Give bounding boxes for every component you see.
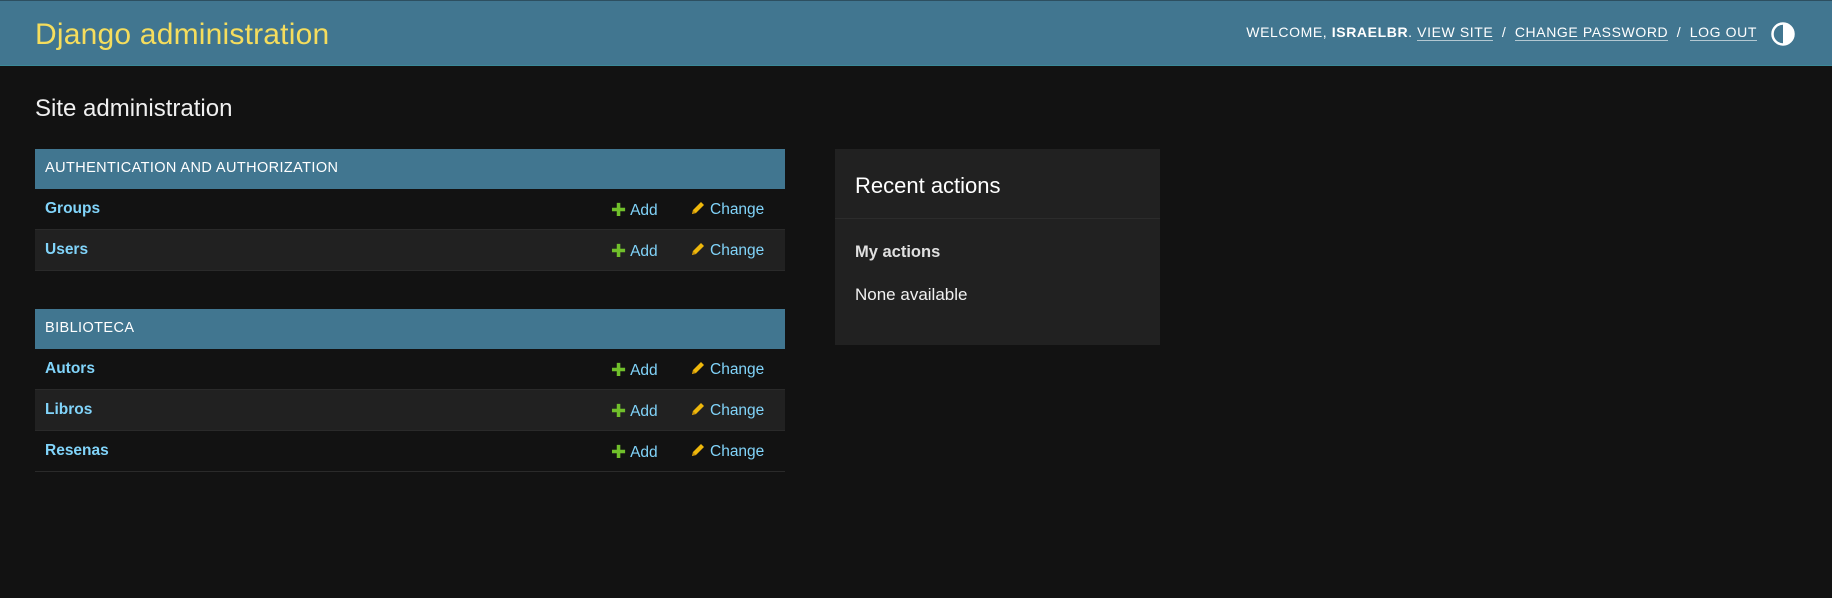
pencil-icon: [692, 202, 704, 214]
model-link-resenas[interactable]: Resenas: [45, 442, 109, 460]
add-label: Add: [630, 403, 658, 420]
module-caption[interactable]: BIBLIOTECA: [35, 309, 785, 349]
log-out-link[interactable]: LOG OUT: [1689, 24, 1757, 41]
pencil-icon: [692, 403, 704, 415]
add-label: Add: [630, 243, 658, 260]
change-resenas-button[interactable]: Change: [690, 442, 764, 461]
plus-icon: ✚: [611, 200, 627, 220]
model-row-users: Users ✚ Add Change: [35, 230, 785, 271]
module-biblioteca: BIBLIOTECA Autors ✚ Add Change Libros ✚ Ad…: [35, 309, 785, 472]
model-row-autors: Autors ✚ Add Change: [35, 349, 785, 390]
change-autors-button[interactable]: Change: [690, 360, 764, 379]
module-caption[interactable]: AUTHENTICATION AND AUTHORIZATION: [35, 149, 785, 189]
plus-icon: ✚: [611, 241, 627, 261]
model-row-groups: Groups ✚ Add Change: [35, 189, 785, 230]
model-link-autors[interactable]: Autors: [45, 360, 95, 378]
page-title: Site administration: [35, 95, 233, 122]
view-site-link[interactable]: VIEW SITE: [1417, 24, 1494, 41]
half-circle-contrast-icon: [1771, 22, 1795, 46]
welcome-suffix: .: [1408, 24, 1413, 40]
user-tools: WELCOME, ISRAELBR. VIEW SITE / CHANGE PA…: [1246, 24, 1757, 41]
module-auth: AUTHENTICATION AND AUTHORIZATION Groups …: [35, 149, 785, 271]
change-label: Change: [710, 402, 765, 419]
model-link-users[interactable]: Users: [45, 241, 88, 259]
change-label: Change: [710, 361, 765, 378]
add-label: Add: [630, 202, 658, 219]
recent-actions-panel: Recent actions My actions None available: [835, 149, 1160, 345]
model-link-libros[interactable]: Libros: [45, 401, 92, 419]
change-label: Change: [710, 201, 765, 218]
pencil-icon: [692, 243, 704, 255]
separator: /: [1676, 24, 1682, 40]
change-password-link[interactable]: CHANGE PASSWORD: [1514, 24, 1669, 41]
change-label: Change: [710, 443, 765, 460]
change-libros-button[interactable]: Change: [690, 401, 764, 420]
username: ISRAELBR: [1331, 24, 1409, 40]
plus-icon: ✚: [611, 442, 627, 462]
add-autors-button[interactable]: ✚ Add: [611, 360, 658, 381]
my-actions-heading: My actions: [855, 243, 941, 261]
welcome-text: WELCOME,: [1246, 24, 1328, 40]
site-branding[interactable]: Django administration: [35, 18, 329, 52]
recent-actions-title: Recent actions: [835, 149, 1160, 219]
plus-icon: ✚: [611, 360, 627, 380]
add-libros-button[interactable]: ✚ Add: [611, 401, 658, 422]
change-label: Change: [710, 242, 765, 259]
add-users-button[interactable]: ✚ Add: [611, 241, 658, 262]
plus-icon: ✚: [611, 401, 627, 421]
site-header: Django administration WELCOME, ISRAELBR.…: [0, 0, 1832, 66]
change-groups-button[interactable]: Change: [690, 200, 764, 219]
pencil-icon: [692, 362, 704, 374]
model-row-libros: Libros ✚ Add Change: [35, 390, 785, 431]
theme-toggle-button[interactable]: [1770, 21, 1796, 47]
separator: /: [1501, 24, 1507, 40]
add-groups-button[interactable]: ✚ Add: [611, 200, 658, 221]
add-resenas-button[interactable]: ✚ Add: [611, 442, 658, 463]
add-label: Add: [630, 444, 658, 461]
pencil-icon: [692, 444, 704, 456]
model-link-groups[interactable]: Groups: [45, 200, 100, 218]
change-users-button[interactable]: Change: [690, 241, 764, 260]
add-label: Add: [630, 362, 658, 379]
none-available-text: None available: [855, 285, 968, 304]
model-row-resenas: Resenas ✚ Add Change: [35, 431, 785, 472]
